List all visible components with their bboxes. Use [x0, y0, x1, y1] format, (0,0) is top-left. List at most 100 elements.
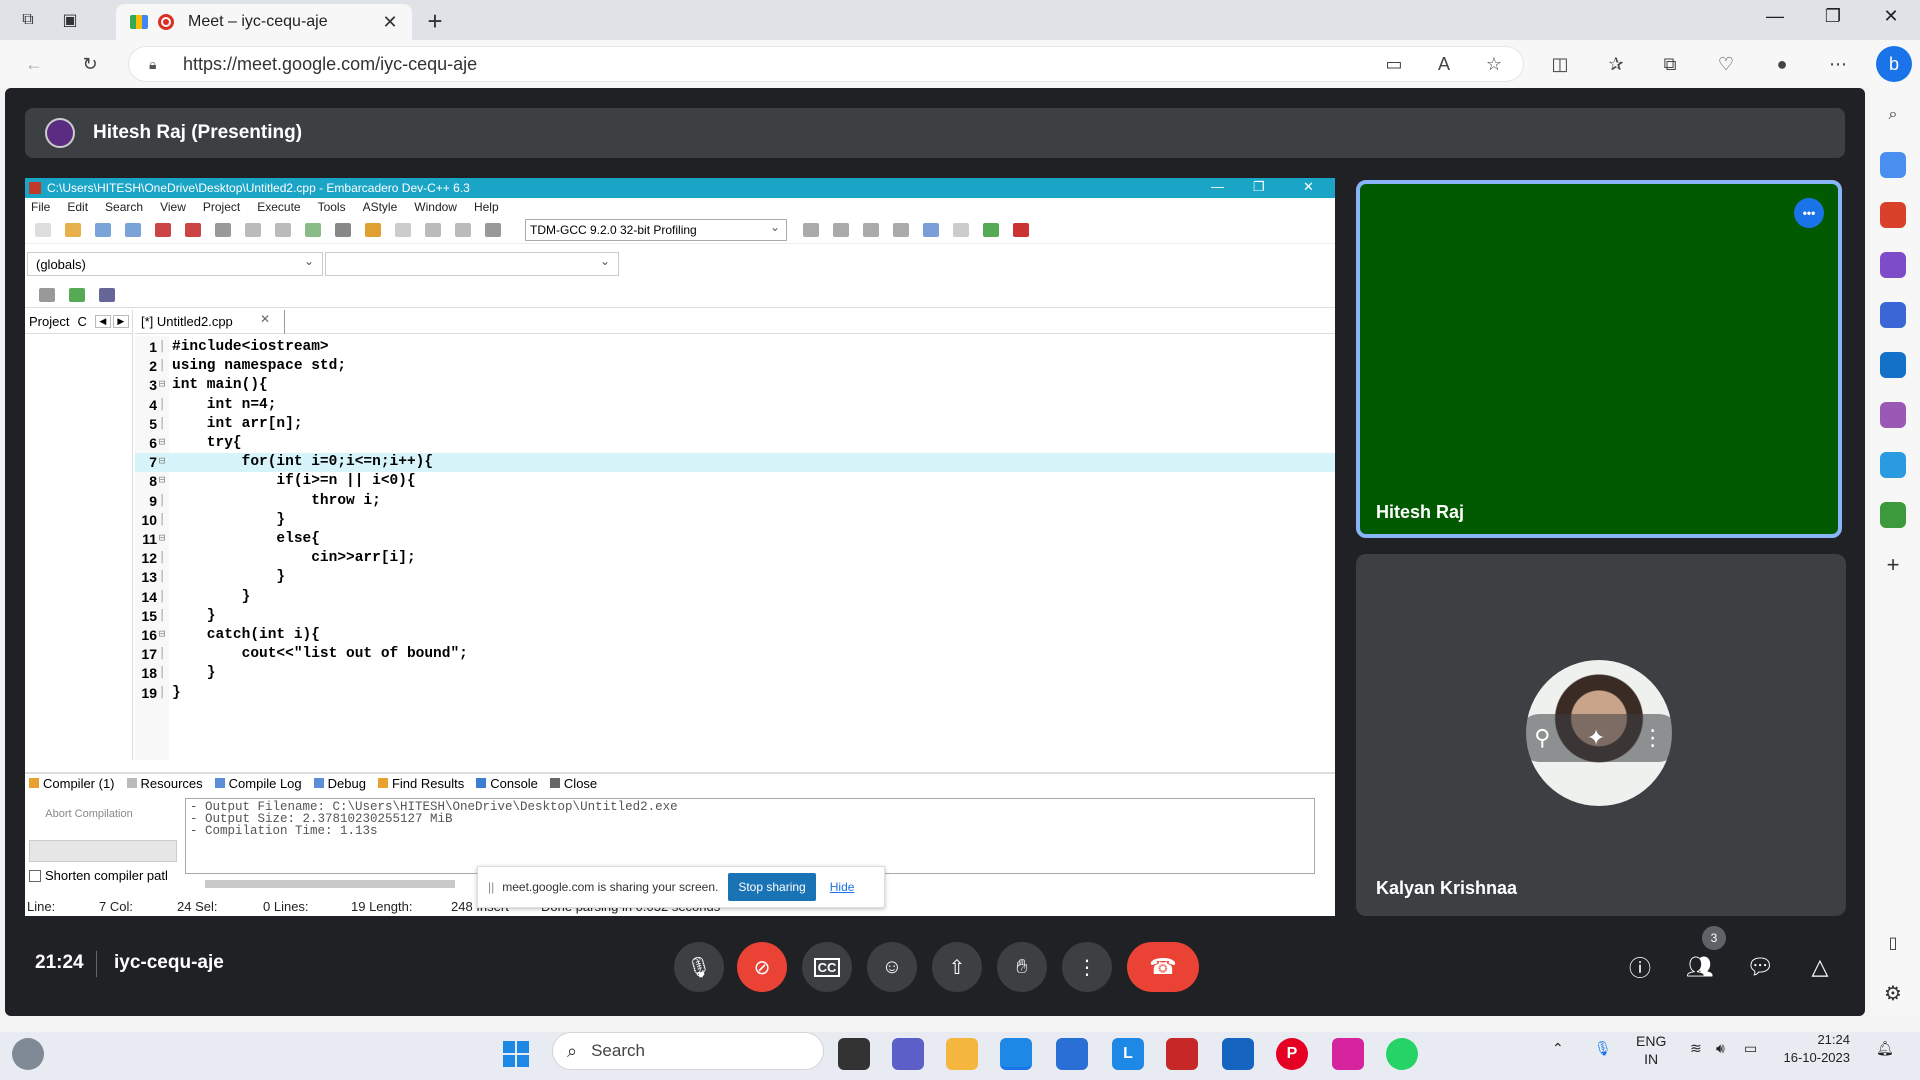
menu-edit[interactable]: Edit — [67, 200, 88, 214]
sidebar-games-icon[interactable] — [1880, 252, 1906, 278]
tray-mic-icon[interactable]: 🎙︎ — [1594, 1040, 1612, 1057]
compile-run-icon[interactable] — [863, 222, 879, 237]
function-select[interactable] — [325, 252, 619, 276]
fold-marker-icon[interactable]: ⊟ — [157, 530, 167, 549]
shorten-paths-checkbox[interactable]: Shorten compiler patl — [29, 868, 168, 883]
tray-overflow-icon[interactable]: ⌃ — [1552, 1040, 1564, 1057]
code-editor[interactable]: 1 │ #include<iostream> 2 │ using namespace st… — [135, 336, 1335, 760]
menu-file[interactable]: File — [31, 200, 50, 214]
menu-help[interactable]: Help — [474, 200, 499, 214]
code-line[interactable]: 7 ⊟ for(int i=0;i<=n;i++){ — [135, 453, 1335, 473]
undo-icon[interactable] — [365, 222, 381, 237]
volume-icon[interactable]: 🔊︎ — [1716, 1040, 1725, 1057]
tab-scroll-right-icon[interactable]: ▶ — [112, 315, 129, 328]
stop-sharing-button[interactable]: Stop sharing — [728, 873, 816, 901]
camera-in-use-icon[interactable]: ▭ — [1380, 50, 1408, 78]
tab-project[interactable]: Project — [29, 314, 69, 329]
workspaces-icon[interactable]: ⧉ — [16, 8, 40, 32]
abort-compilation-button[interactable]: Abort Compilation — [29, 804, 149, 824]
read-aloud-icon[interactable]: A — [1430, 50, 1458, 78]
toggle-bookmark-icon[interactable] — [69, 287, 85, 302]
code-line[interactable]: 16 ⊟ catch(int i){ — [135, 626, 1335, 645]
sidebar-layout-icon[interactable]: ▯ — [1880, 930, 1906, 956]
more-options-icon[interactable]: ⋮ — [1642, 725, 1664, 751]
instagram-icon[interactable] — [1332, 1038, 1364, 1070]
hide-notice-link[interactable]: Hide — [830, 880, 855, 894]
tab-console[interactable]: Console — [476, 776, 538, 791]
ide-minimize-icon[interactable]: — — [1211, 179, 1224, 194]
participant-tile-kalyan[interactable]: ⚲ ✦ ⋮ Kalyan Krishnaa — [1356, 554, 1846, 916]
code-line[interactable]: 2 │ using namespace std; — [135, 357, 1335, 376]
sidebar-settings-icon[interactable]: ⚙ — [1880, 980, 1906, 1006]
goto-bookmark-icon[interactable] — [99, 287, 115, 302]
split-screen-icon[interactable]: ◫ — [1546, 50, 1574, 78]
profile-analysis-icon[interactable] — [983, 222, 999, 237]
sidebar-search-icon[interactable]: ⌕ — [1880, 102, 1906, 128]
close-editor-tab-icon[interactable]: ✕ — [260, 312, 270, 326]
tab-close[interactable]: Close — [549, 776, 597, 791]
app-l-icon[interactable]: L — [1112, 1038, 1144, 1070]
code-line[interactable]: 6 ⊟ try{ — [135, 434, 1335, 453]
edge-icon[interactable] — [1000, 1038, 1032, 1070]
code-line[interactable]: 19 │} — [135, 684, 1335, 703]
new-file-icon[interactable] — [35, 222, 51, 237]
task-view-icon[interactable] — [838, 1038, 870, 1070]
file-explorer-icon[interactable] — [946, 1038, 978, 1070]
code-line[interactable]: 10 │ } — [135, 511, 1335, 530]
code-line[interactable]: 11 ⊟ else{ — [135, 530, 1335, 549]
taskbar-search[interactable]: ⌕ Search — [552, 1032, 824, 1070]
teams-icon[interactable] — [892, 1038, 924, 1070]
address-bar[interactable]: 🔒︎ https://meet.google.com/iyc-cequ-aje — [128, 46, 1524, 82]
menu-execute[interactable]: Execute — [257, 200, 300, 214]
run-icon[interactable] — [833, 222, 849, 237]
sidebar-tree-icon[interactable] — [1880, 502, 1906, 528]
menu-project[interactable]: Project — [203, 200, 240, 214]
browser-tab-meet[interactable]: Meet – iyc-cequ-aje ✕ — [116, 4, 412, 40]
raise-hand-button[interactable]: ✋︎ — [997, 942, 1047, 992]
present-screen-button[interactable]: ⇧ — [932, 942, 982, 992]
menu-search[interactable]: Search — [105, 200, 143, 214]
participant-tile-hitesh[interactable]: ••• Hitesh Raj — [1356, 180, 1842, 538]
code-line[interactable]: 12 │ cin>>arr[i]; — [135, 549, 1335, 568]
wifi-icon[interactable]: ≋ — [1690, 1040, 1702, 1057]
close-tab-icon[interactable]: ✕ — [378, 12, 402, 33]
editor-tab-untitled2[interactable]: [*] Untitled2.cpp ✕ — [135, 309, 285, 334]
bookmark-icon[interactable] — [335, 222, 351, 237]
code-line[interactable]: 13 │ } — [135, 568, 1335, 587]
redo-icon[interactable] — [395, 222, 411, 237]
fold-marker-icon[interactable]: ⊟ — [157, 376, 167, 395]
drag-handle-icon[interactable]: || — [488, 880, 494, 894]
collections-icon[interactable]: ⧉ — [1656, 50, 1684, 78]
whatsapp-icon[interactable] — [1386, 1038, 1418, 1070]
activities-icon[interactable]: △ — [1805, 952, 1835, 982]
maximize-window-button[interactable]: ❐ — [1818, 6, 1848, 27]
people-icon[interactable]: 👥︎ — [1685, 952, 1715, 982]
copilot-icon[interactable]: b — [1876, 46, 1912, 82]
code-line[interactable]: 14 │ } — [135, 588, 1335, 607]
microsoft-store-icon[interactable] — [1056, 1038, 1088, 1070]
code-line[interactable]: 4 │ int n=4; — [135, 396, 1335, 415]
pinterest-icon[interactable]: P — [1276, 1038, 1308, 1070]
code-line[interactable]: 1 │ #include<iostream> — [135, 338, 1335, 357]
scope-select[interactable]: (globals) — [27, 252, 323, 276]
code-line[interactable]: 15 │ } — [135, 607, 1335, 626]
tab-actions-icon[interactable]: ▣ — [58, 8, 82, 32]
refresh-icon[interactable]: ↻ — [76, 50, 104, 78]
language-indicator[interactable]: ENG IN — [1636, 1032, 1666, 1068]
print-icon[interactable] — [215, 222, 231, 237]
captions-button[interactable]: CC — [802, 942, 852, 992]
taskbar-clock[interactable]: 21:24 16-10-2023 — [1770, 1031, 1851, 1067]
code-line[interactable]: 17 │ cout<<"list out of bound"; — [135, 645, 1335, 664]
tab-compiler[interactable]: Compiler (1) — [29, 776, 115, 791]
open-file-icon[interactable] — [65, 222, 81, 237]
tab-compile-log[interactable]: Compile Log — [214, 776, 302, 791]
indent-icon[interactable] — [425, 222, 441, 237]
more-options-button[interactable]: ⋮ — [1062, 942, 1112, 992]
close-all-icon[interactable] — [185, 222, 201, 237]
fold-marker-icon[interactable]: ⊟ — [157, 434, 167, 453]
fold-marker-icon[interactable]: ⊟ — [157, 472, 167, 491]
tab-resources[interactable]: Resources — [126, 776, 203, 791]
reactions-button[interactable]: ☺ — [867, 942, 917, 992]
tab-find-results[interactable]: Find Results — [377, 776, 464, 791]
stop-execution-icon[interactable] — [953, 222, 969, 237]
